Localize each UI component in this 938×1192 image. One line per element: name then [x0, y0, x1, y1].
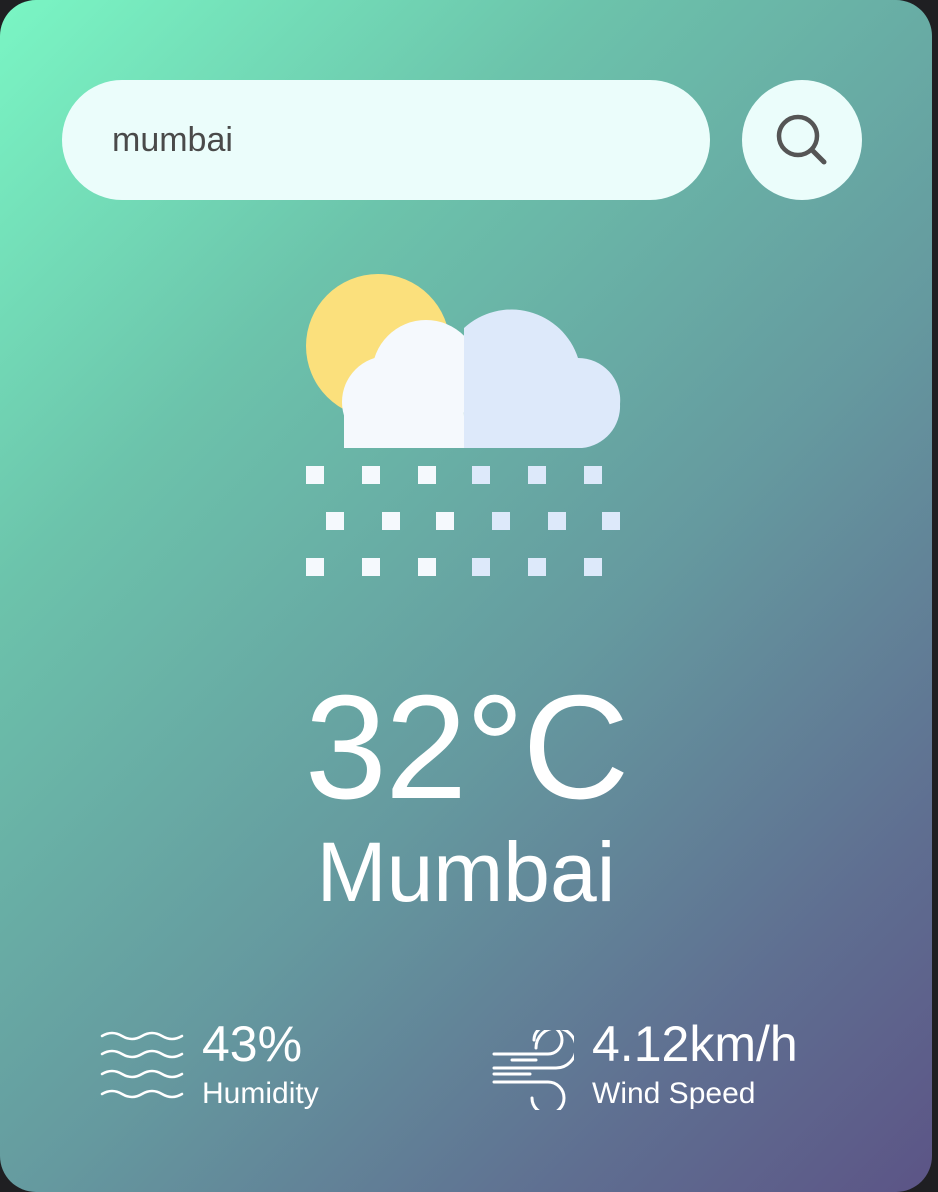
- humidity-label: Humidity: [202, 1077, 319, 1110]
- wind-speed-value: 4.12km/h: [592, 1016, 798, 1072]
- temperature: 32°C: [304, 665, 630, 830]
- partly-cloudy-snow-icon: [306, 274, 621, 576]
- weather-card: mumbai 32°C Mumbai 43% Humidity 4.12km/h…: [0, 0, 932, 1192]
- wind-icon: [492, 1030, 574, 1110]
- search-icon: [776, 114, 827, 165]
- search-input[interactable]: mumbai: [62, 80, 710, 200]
- search-button[interactable]: [742, 80, 862, 200]
- humidity-value: 43%: [202, 1016, 303, 1072]
- city-name: Mumbai: [316, 825, 616, 919]
- search-bar: mumbai: [62, 80, 862, 200]
- search-input-value: mumbai: [112, 120, 233, 159]
- humidity-waves-icon: [100, 1031, 184, 1099]
- wind-speed-label: Wind Speed: [592, 1077, 756, 1110]
